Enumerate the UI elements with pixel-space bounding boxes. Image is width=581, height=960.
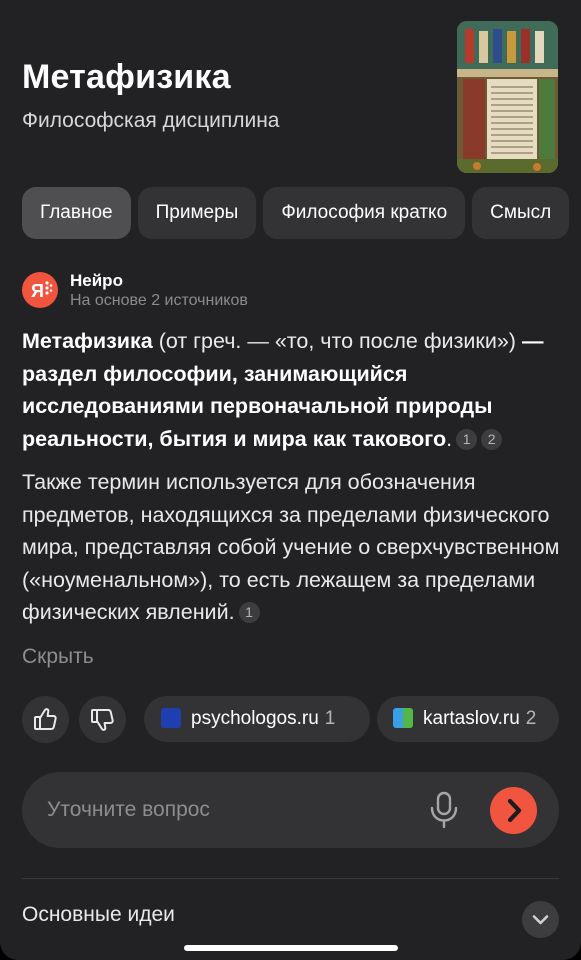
source-domain: psychologos.ru	[191, 708, 319, 729]
chevron-down-icon	[532, 915, 549, 925]
thumbs-down-icon	[91, 709, 114, 731]
tab-philosophy-brief[interactable]: Философия кратко	[263, 187, 466, 239]
follow-up-placeholder: Уточните вопрос	[47, 798, 210, 821]
expand-section-button[interactable]	[522, 901, 559, 938]
tab-examples[interactable]: Примеры	[137, 187, 257, 239]
svg-text:Я: Я	[31, 281, 44, 301]
answer-paragraph-2-text: Также термин используется для обозначени…	[22, 470, 560, 624]
yandex-neuro-logo-icon: Я	[22, 272, 58, 308]
tab-meaning[interactable]: Смысл	[472, 187, 570, 239]
page-subtitle: Философская дисциплина	[22, 109, 280, 132]
psychologos-favicon-icon	[161, 708, 181, 728]
source-domain: kartaslov.ru	[423, 708, 520, 729]
neuro-name: Нейро	[70, 271, 123, 290]
citation-badge[interactable]: 1	[456, 428, 478, 450]
answer-etymology: (от греч. — «то, что после физики»)	[152, 329, 522, 353]
answer-period: .	[446, 426, 453, 451]
source-chip-kartaslov[interactable]: kartaslov.ru 2	[377, 696, 559, 742]
follow-up-input[interactable]: Уточните вопрос	[22, 772, 559, 848]
manuscript-illustration-icon	[457, 21, 558, 173]
thumbs-up-icon	[34, 708, 57, 730]
send-button[interactable]	[490, 787, 537, 834]
section-divider	[22, 878, 559, 879]
like-button[interactable]	[22, 696, 69, 743]
section-title[interactable]: Основные идеи	[22, 903, 175, 927]
page-title: Метафизика	[22, 58, 231, 96]
source-count: 2	[525, 708, 537, 729]
dislike-button[interactable]	[79, 696, 126, 743]
hide-answer-link[interactable]: Скрыть	[22, 645, 94, 669]
answer-text: Метафизика (от греч. — «то, что после фи…	[22, 325, 562, 640]
answer-paragraph-1: Метафизика (от греч. — «то, что после фи…	[22, 325, 562, 455]
citation-badge[interactable]: 2	[481, 428, 503, 450]
source-count: 1	[324, 708, 336, 729]
answer-term: Метафизика	[22, 329, 153, 353]
home-indicator	[184, 945, 398, 951]
sources-caption: На основе 2 источников	[70, 292, 248, 309]
manuscript-thumbnail-image[interactable]	[457, 21, 558, 173]
answer-paragraph-2: Также термин используется для обозначени…	[22, 466, 562, 629]
citation-badge[interactable]: 1	[238, 602, 260, 623]
tab-main[interactable]: Главное	[22, 187, 131, 239]
topic-tabs: Главное Примеры Философия кратко Смысл	[22, 187, 581, 239]
microphone-icon[interactable]	[427, 790, 461, 830]
chevron-right-icon	[507, 798, 522, 823]
source-chip-psychologos[interactable]: psychologos.ru 1	[144, 696, 370, 742]
result-card: Метафизика Философская дисциплина Главно…	[0, 0, 581, 960]
kartaslov-favicon-icon	[393, 708, 413, 728]
